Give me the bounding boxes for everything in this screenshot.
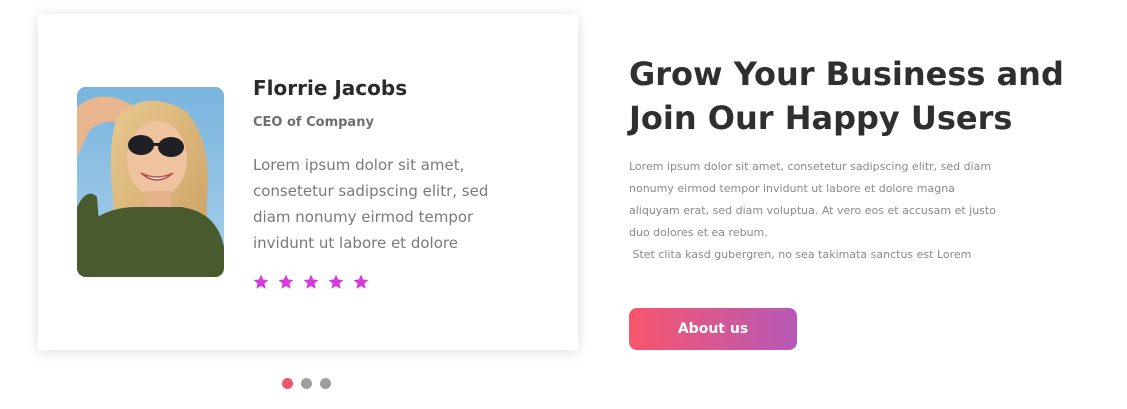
carousel-dot[interactable] [301,378,312,389]
quote-line: diam nonumy eirmod tempor [253,208,474,226]
carousel-dots [282,378,331,389]
testimonial-card: Florrie Jacobs CEO of Company Lorem ipsu… [38,14,578,350]
quote-line: invidunt ut labore et dolore [253,234,458,252]
carousel-dot[interactable] [282,378,293,389]
star-icon [353,274,369,289]
avatar [77,87,224,277]
testimonial-quote: Lorem ipsum dolor sit amet, consetetur s… [253,152,543,256]
star-icon [253,274,269,289]
star-icon [278,274,294,289]
testimonial-role: CEO of Company [253,115,374,130]
testimonial-name: Florrie Jacobs [253,76,408,100]
carousel-dot[interactable] [320,378,331,389]
star-rating [252,273,370,291]
star-icon [303,274,319,289]
page: Florrie Jacobs CEO of Company Lorem ipsu… [0,0,1127,409]
body-line: Stet clita kasd gubergren, no sea takima… [629,248,972,261]
body-line: nonumy eirmod tempor invidunt ut labore … [629,182,955,195]
about-us-button[interactable]: About us [629,308,797,350]
star-icon [328,274,344,289]
body-line: aliquyam erat, sed diam voluptua. At ver… [629,204,996,217]
woman-portrait-photo [77,87,224,277]
headline-line: Grow Your Business and [629,55,1064,93]
quote-line: Lorem ipsum dolor sit amet, [253,156,465,174]
body-line: Lorem ipsum dolor sit amet, consetetur s… [629,160,992,173]
quote-line: consetetur sadipscing elitr, sed [253,182,489,200]
body-line: duo dolores et ea rebum. [629,226,768,239]
hero-body-text: Lorem ipsum dolor sit amet, consetetur s… [629,156,996,266]
hero-headline: Grow Your Business and Join Our Happy Us… [629,52,1064,140]
headline-line: Join Our Happy Users [629,99,1013,137]
